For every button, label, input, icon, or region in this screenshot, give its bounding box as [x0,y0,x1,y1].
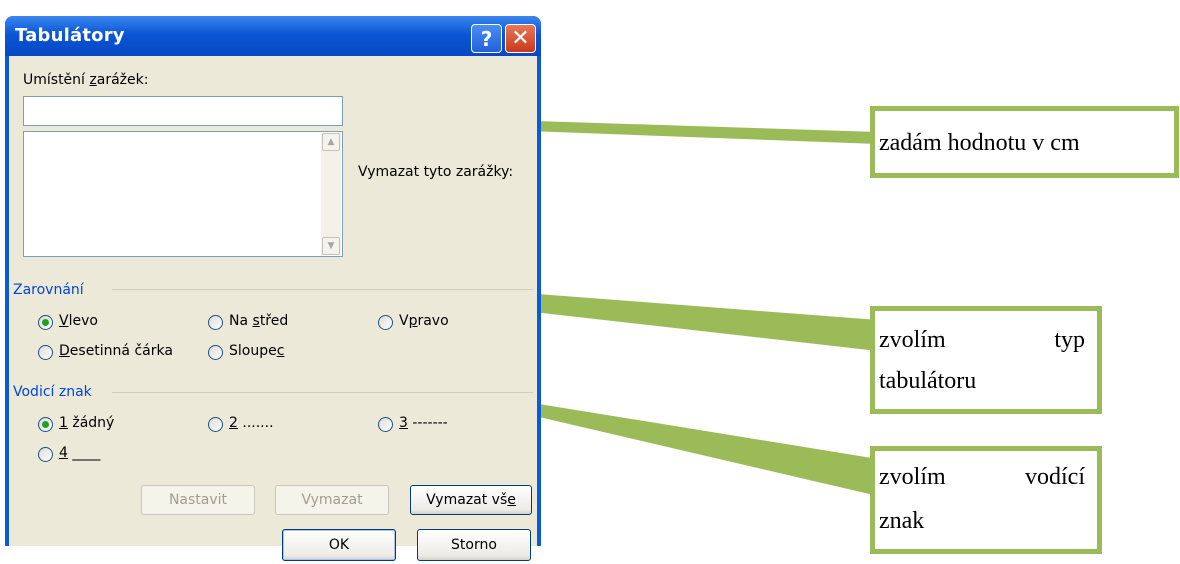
tabs-dialog: Tabulátory ? ✕ Umístění zarážek: ▲ ▼ Vym… [5,16,541,561]
tab-stop-position-input[interactable] [23,96,343,126]
callout-tab-type-word1: zvolím [879,327,946,353]
callout-leader-word1: zvolím [879,464,946,490]
callout-leader-word2: vodící [1025,464,1085,490]
align-right-radio[interactable] [378,315,393,330]
help-icon[interactable]: ? [471,24,502,53]
scroll-up-icon[interactable]: ▲ [322,133,340,151]
leader-dashes-label[interactable]: 3 ------- [399,415,448,431]
set-button[interactable]: Nastavit [141,485,255,515]
align-decimal-radio[interactable] [38,345,53,360]
leader-underline-radio[interactable] [38,447,53,462]
align-decimal-label[interactable]: Desetinná čárka [59,343,173,359]
callout-leader: zvolím vodící znak [870,446,1102,554]
align-left-radio[interactable] [38,315,53,330]
align-center-radio[interactable] [208,315,223,330]
tab-stop-position-label: Umístění zarážek: [23,72,149,88]
align-bar-label[interactable]: Sloupec [229,343,284,359]
align-center-label[interactable]: Na střed [229,313,288,329]
tab-stops-list[interactable]: ▲ ▼ [23,131,343,257]
scroll-down-icon[interactable]: ▼ [322,237,340,255]
title-bar: Tabulátory ? ✕ [5,16,541,56]
alignment-divider [112,289,533,290]
align-left-label[interactable]: Vlevo [59,313,98,329]
dialog-title: Tabulátory [15,25,125,46]
connector-line-3 [496,397,878,496]
clear-stops-label: Vymazat tyto zarážky: [358,164,514,180]
dialog-body: Umístění zarážek: ▲ ▼ Vymazat tyto zaráž… [9,56,537,561]
callout-enter-value-text: zadám hodnotu v cm [879,130,1080,156]
leader-underline-label[interactable]: 4 ____ [59,445,100,461]
clear-button[interactable]: Vymazat [275,485,389,515]
leader-none-label[interactable]: 1 žádný [59,415,114,431]
callout-leader-line2: znak [879,508,925,534]
callout-tab-type-line2: tabulátoru [879,368,977,394]
clear-all-button[interactable]: Vymazat vš e [410,485,532,515]
cancel-button[interactable]: Storno [417,529,531,561]
callout-tab-type-word2: typ [1054,327,1085,353]
leader-group-label: Vodicí znak [13,384,92,400]
leader-divider [112,392,533,393]
leader-dots-radio[interactable] [208,417,223,432]
align-bar-radio[interactable] [208,345,223,360]
leader-dashes-radio[interactable] [378,417,393,432]
leader-dots-label[interactable]: 2 ....... [229,415,274,431]
ok-button[interactable]: OK [282,529,396,561]
align-right-label[interactable]: Vpravo [399,313,449,329]
leader-none-radio[interactable] [38,417,53,432]
close-icon[interactable]: ✕ [505,24,536,53]
alignment-group-label: Zarovnání [13,282,84,298]
list-scrollbar[interactable]: ▲ ▼ [321,133,341,255]
callout-enter-value: zadám hodnotu v cm [870,106,1179,178]
callout-tab-type: zvolím typ tabulátoru [870,306,1102,414]
